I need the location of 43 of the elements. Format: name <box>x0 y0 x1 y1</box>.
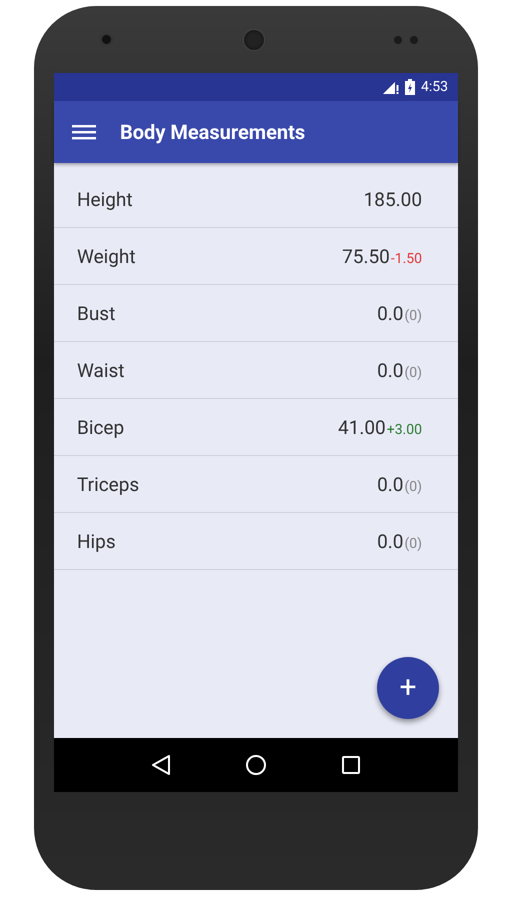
change-value: (0) <box>404 364 422 380</box>
camera-icon <box>100 33 113 46</box>
battery-icon <box>405 79 415 95</box>
sensor-icon <box>394 36 418 44</box>
measurement-value: 0.0 <box>377 472 404 496</box>
measurement-row[interactable]: Hips 0.0(0) <box>54 513 458 570</box>
change-value: (0) <box>404 308 422 324</box>
home-icon <box>245 754 267 776</box>
measurement-name: Height <box>77 188 133 210</box>
measurement-row[interactable]: Triceps 0.0(0) <box>54 456 458 513</box>
measurement-value: 75.50 <box>342 244 390 268</box>
measurement-row[interactable]: Weight 75.50-1.50 <box>54 228 458 285</box>
back-icon <box>151 754 171 776</box>
measurement-value: 0.0 <box>377 358 404 382</box>
signal-icon <box>383 80 399 94</box>
measurement-name: Bust <box>77 302 116 324</box>
recents-button[interactable] <box>341 755 361 775</box>
measurement-value: 41.00 <box>338 416 386 438</box>
measurement-name: Triceps <box>77 472 140 496</box>
status-time: 4:53 <box>421 79 448 95</box>
back-button[interactable] <box>151 754 171 776</box>
speaker-icon <box>242 28 264 50</box>
change-value: (0) <box>404 478 422 494</box>
home-button[interactable] <box>245 754 267 776</box>
measurement-name: Bicep <box>77 416 124 438</box>
recents-icon <box>341 755 361 775</box>
menu-button[interactable] <box>72 123 96 141</box>
change-value: -1.50 <box>390 250 422 266</box>
measurement-row[interactable]: Height 185.00 <box>54 171 458 228</box>
app-title: Body Measurements <box>120 120 306 144</box>
measurement-name: Hips <box>77 530 116 552</box>
measurement-row[interactable]: Bicep 41.00+3.00 <box>54 399 458 456</box>
measurement-value: 0.0 <box>377 530 404 552</box>
measurement-row[interactable]: Bust 0.0(0) <box>54 285 458 342</box>
measurement-name: Weight <box>77 244 136 268</box>
change-value: +3.00 <box>386 422 422 438</box>
menu-icon <box>72 123 96 141</box>
measurement-value: 0.0 <box>377 302 404 324</box>
measurement-value: 185.00 <box>364 188 422 210</box>
change-value: (0) <box>404 536 422 552</box>
measurement-name: Waist <box>77 358 125 382</box>
measurement-row[interactable]: Waist 0.0(0) <box>54 342 458 399</box>
add-button[interactable]: + <box>377 657 439 719</box>
